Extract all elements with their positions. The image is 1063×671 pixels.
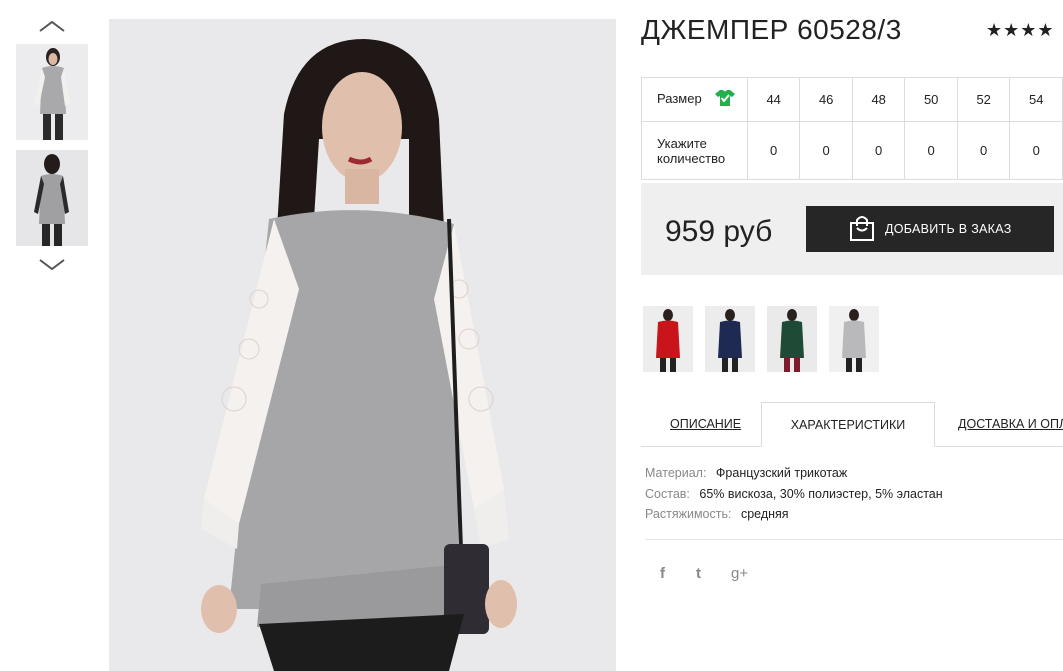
spec-key: Материал: bbox=[645, 466, 707, 480]
rating-stars: ★★★★ bbox=[986, 20, 1055, 40]
size-option[interactable]: 44 bbox=[746, 77, 801, 122]
size-table: Размер 44 46 48 50 52 54 Укажите количес… bbox=[641, 77, 1063, 180]
spec-value: Французский трикотаж bbox=[715, 466, 848, 480]
shopping-bag-icon bbox=[849, 214, 875, 245]
quantity-input[interactable]: 0 bbox=[799, 121, 853, 180]
size-option[interactable]: 46 bbox=[799, 77, 853, 122]
color-swatch-red[interactable] bbox=[643, 306, 693, 372]
price-panel: 959 руб ДОБАВИТЬ В ЗАКАЗ bbox=[641, 183, 1063, 275]
spec-key: Состав: bbox=[645, 486, 690, 501]
size-option[interactable]: 50 bbox=[904, 77, 958, 122]
twitter-icon[interactable]: t bbox=[696, 565, 701, 582]
quantity-input[interactable]: 0 bbox=[851, 121, 906, 180]
thumb-front[interactable] bbox=[16, 44, 88, 140]
facebook-icon[interactable]: f bbox=[660, 565, 665, 582]
tab-description[interactable]: ОПИСАНИЕ bbox=[670, 402, 741, 446]
add-to-order-button[interactable]: ДОБАВИТЬ В ЗАКАЗ bbox=[806, 206, 1054, 252]
tab-description-label: ОПИСАНИЕ bbox=[670, 417, 742, 431]
quantity-input[interactable]: 0 bbox=[746, 121, 801, 180]
spec-material: Материал: Французский трикотаж bbox=[645, 463, 943, 484]
specs-list: Материал: Французский трикотаж Состав: 6… bbox=[645, 463, 943, 525]
price: 959 руб bbox=[665, 215, 773, 248]
color-swatch-navy[interactable] bbox=[705, 306, 755, 372]
tab-delivery[interactable]: ДОСТАВКА И ОПЛ bbox=[958, 402, 1063, 446]
tab-characteristics[interactable]: ХАРАКТЕРИСТИКИ bbox=[761, 402, 935, 447]
size-row: Размер 44 46 48 50 52 54 bbox=[641, 77, 1063, 122]
add-to-order-label: ДОБАВИТЬ В ЗАКАЗ bbox=[885, 222, 1012, 236]
size-option[interactable]: 54 bbox=[1009, 77, 1063, 122]
size-option[interactable]: 48 bbox=[851, 77, 906, 122]
spec-composition: Состав: 65% вискоза, 30% полиэстер, 5% э… bbox=[645, 484, 943, 505]
shirt-check-icon[interactable] bbox=[715, 89, 736, 110]
quantity-input[interactable]: 0 bbox=[1009, 121, 1063, 180]
product-main-photo bbox=[109, 19, 616, 671]
color-swatch-green[interactable] bbox=[767, 306, 817, 372]
divider bbox=[645, 539, 1063, 540]
size-label: Размер bbox=[657, 90, 702, 106]
size-option[interactable]: 52 bbox=[956, 77, 1011, 122]
thumb-back[interactable] bbox=[16, 150, 88, 246]
tab-characteristics-label: ХАРАКТЕРИСТИКИ bbox=[790, 418, 906, 432]
tab-delivery-label: ДОСТАВКА И ОПЛ bbox=[958, 417, 1063, 431]
color-swatch-grey[interactable] bbox=[829, 306, 879, 372]
spec-value: 65% вискоза, 30% полиэстер, 5% эластан bbox=[699, 486, 943, 501]
quantity-input[interactable]: 0 bbox=[904, 121, 958, 180]
spec-value: средняя bbox=[740, 507, 789, 521]
spec-key: Растяжимость: bbox=[645, 507, 732, 521]
size-label-cell: Размер bbox=[641, 77, 748, 122]
info-tabs: ОПИСАНИЕ ХАРАКТЕРИСТИКИ ДОСТАВКА И ОПЛ bbox=[641, 402, 1063, 447]
quantity-row: Укажите количество 0 0 0 0 0 0 bbox=[641, 121, 1063, 180]
spec-stretch: Растяжимость: средняя bbox=[645, 504, 943, 525]
quantity-label-line2: количество bbox=[657, 150, 726, 166]
chevron-down-icon[interactable] bbox=[38, 258, 66, 272]
quantity-label-cell: Укажите количество bbox=[641, 121, 748, 180]
google-plus-icon[interactable]: g+ bbox=[731, 565, 748, 582]
quantity-input[interactable]: 0 bbox=[956, 121, 1011, 180]
quantity-label-line1: Укажите bbox=[657, 135, 707, 151]
chevron-up-icon[interactable] bbox=[38, 19, 66, 33]
product-title: ДЖЕМПЕР 60528/3 bbox=[641, 14, 902, 45]
